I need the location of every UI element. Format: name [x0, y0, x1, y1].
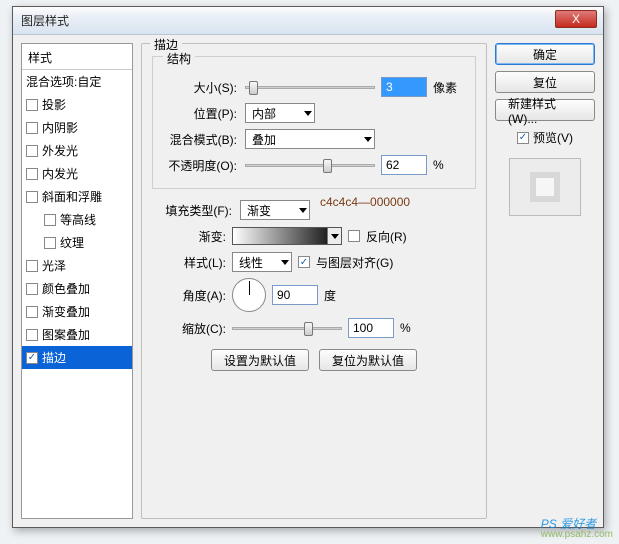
preview-checkbox[interactable]	[517, 132, 529, 144]
chevron-down-icon	[331, 234, 339, 239]
style-item-5[interactable]: 等高线	[22, 208, 132, 231]
preview-thumbnail	[509, 158, 581, 216]
blend-options-item[interactable]: 混合选项:自定	[22, 70, 132, 93]
blendmode-select[interactable]: 叠加	[245, 129, 375, 149]
style-item-checkbox[interactable]	[44, 214, 56, 226]
align-label: 与图层对齐(G)	[316, 254, 393, 271]
style-item-checkbox[interactable]	[26, 329, 38, 341]
scale-label: 缩放(C):	[156, 320, 226, 337]
chevron-down-icon	[299, 208, 307, 213]
angle-label: 角度(A):	[156, 287, 226, 304]
style-item-0[interactable]: 投影	[22, 93, 132, 116]
position-select[interactable]: 内部	[245, 103, 315, 123]
style-select[interactable]: 线性	[232, 252, 292, 272]
reset-default-button[interactable]: 复位为默认值	[319, 349, 417, 371]
opacity-slider[interactable]	[245, 157, 375, 173]
style-item-2[interactable]: 外发光	[22, 139, 132, 162]
style-item-label: 内阴影	[42, 119, 78, 136]
filltype-label: 填充类型(F):	[156, 202, 234, 219]
style-label: 样式(L):	[156, 254, 226, 271]
style-item-checkbox[interactable]	[26, 145, 38, 157]
scale-field[interactable]: 100	[348, 318, 394, 338]
position-label: 位置(P):	[161, 105, 239, 122]
style-item-label: 投影	[42, 96, 66, 113]
style-item-checkbox[interactable]	[44, 237, 56, 249]
angle-unit: 度	[324, 287, 336, 304]
fill-subgroup: 填充类型(F): 渐变 c4c4c4—000000 渐变: 反向(R) 样式(L…	[152, 199, 476, 371]
style-item-7[interactable]: 光泽	[22, 254, 132, 277]
chevron-down-icon	[281, 260, 289, 265]
angle-field[interactable]: 90	[272, 285, 318, 305]
style-item-10[interactable]: 图案叠加	[22, 323, 132, 346]
close-icon: X	[572, 12, 580, 26]
structure-subgroup: 结构 大小(S): 3 像素 位置(P): 内部	[152, 56, 476, 189]
style-item-checkbox[interactable]	[26, 168, 38, 180]
gradient-picker[interactable]	[232, 227, 342, 245]
gradient-label: 渐变:	[156, 228, 226, 245]
reverse-checkbox[interactable]	[348, 230, 360, 242]
style-item-11[interactable]: 描边	[22, 346, 132, 369]
titlebar[interactable]: 图层样式 X	[13, 7, 603, 35]
size-unit: 像素	[433, 79, 457, 96]
set-default-button[interactable]: 设置为默认值	[211, 349, 309, 371]
style-item-8[interactable]: 颜色叠加	[22, 277, 132, 300]
structure-legend: 结构	[163, 50, 195, 67]
style-item-checkbox[interactable]	[26, 260, 38, 272]
watermark: PS 爱好者 www.psahz.com	[541, 512, 613, 540]
preview-label: 预览(V)	[533, 129, 573, 146]
style-item-checkbox[interactable]	[26, 283, 38, 295]
new-style-button[interactable]: 新建样式(W)...	[495, 99, 595, 121]
style-item-label: 内发光	[42, 165, 78, 182]
stroke-group: 描边 结构 大小(S): 3 像素 位置(P): 内部	[141, 43, 487, 519]
filltype-select[interactable]: 渐变	[240, 200, 310, 220]
ok-button[interactable]: 确定	[495, 43, 595, 65]
blendmode-label: 混合模式(B):	[161, 131, 239, 148]
align-checkbox[interactable]	[298, 256, 310, 268]
style-item-6[interactable]: 纹理	[22, 231, 132, 254]
size-slider[interactable]	[245, 79, 375, 95]
reverse-label: 反向(R)	[366, 228, 407, 245]
opacity-unit: %	[433, 158, 444, 172]
style-item-checkbox[interactable]	[26, 352, 38, 364]
opacity-field[interactable]: 62	[381, 155, 427, 175]
cancel-button[interactable]: 复位	[495, 71, 595, 93]
layer-style-dialog: 图层样式 X 样式 混合选项:自定 投影内阴影外发光内发光斜面和浮雕等高线纹理光…	[12, 6, 604, 528]
style-item-checkbox[interactable]	[26, 306, 38, 318]
right-panel: 确定 复位 新建样式(W)... 预览(V)	[495, 43, 595, 519]
opacity-label: 不透明度(O):	[161, 157, 239, 174]
style-item-label: 等高线	[60, 211, 96, 228]
style-item-3[interactable]: 内发光	[22, 162, 132, 185]
style-item-label: 外发光	[42, 142, 78, 159]
style-item-checkbox[interactable]	[26, 122, 38, 134]
style-item-label: 颜色叠加	[42, 280, 90, 297]
style-item-label: 渐变叠加	[42, 303, 90, 320]
style-item-1[interactable]: 内阴影	[22, 116, 132, 139]
scale-unit: %	[400, 321, 411, 335]
style-item-label: 斜面和浮雕	[42, 188, 102, 205]
style-list-header[interactable]: 样式	[22, 46, 132, 70]
style-item-label: 光泽	[42, 257, 66, 274]
style-item-9[interactable]: 渐变叠加	[22, 300, 132, 323]
close-button[interactable]: X	[555, 10, 597, 28]
style-item-label: 图案叠加	[42, 326, 90, 343]
style-item-checkbox[interactable]	[26, 99, 38, 111]
scale-slider[interactable]	[232, 320, 342, 336]
chevron-down-icon	[304, 111, 312, 116]
size-field[interactable]: 3	[381, 77, 427, 97]
style-item-label: 描边	[42, 349, 66, 366]
style-item-4[interactable]: 斜面和浮雕	[22, 185, 132, 208]
angle-dial[interactable]	[232, 278, 266, 312]
style-item-label: 纹理	[60, 234, 84, 251]
size-label: 大小(S):	[161, 79, 239, 96]
window-title: 图层样式	[21, 12, 69, 29]
chevron-down-icon	[364, 137, 372, 142]
style-list: 样式 混合选项:自定 投影内阴影外发光内发光斜面和浮雕等高线纹理光泽颜色叠加渐变…	[21, 43, 133, 519]
style-item-checkbox[interactable]	[26, 191, 38, 203]
